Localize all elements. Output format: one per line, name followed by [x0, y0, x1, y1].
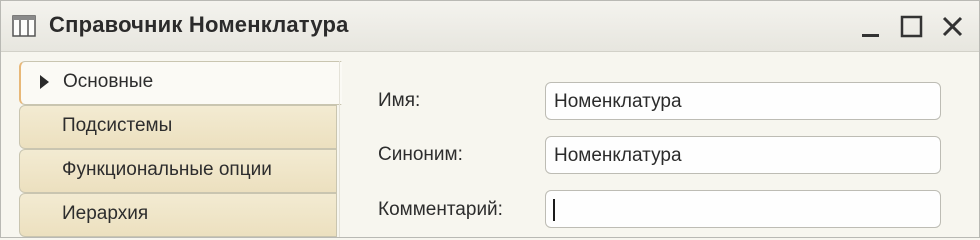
window-title: Справочник Номенклатура: [49, 12, 349, 37]
tab-label: Функциональные опции: [62, 159, 272, 180]
tab-functional-options[interactable]: Функциональные опции: [19, 149, 337, 193]
minimize-icon: [862, 34, 879, 37]
table-icon: [12, 15, 36, 37]
close-button[interactable]: [938, 12, 968, 42]
window: Справочник Номенклатура Основные Подсист…: [0, 0, 980, 238]
name-label: Имя:: [378, 90, 421, 111]
tab-label: Подсистемы: [62, 115, 173, 136]
maximize-icon: [900, 15, 923, 38]
title-bar[interactable]: Справочник Номенклатура: [1, 1, 979, 52]
tab-hierarchy[interactable]: Иерархия: [19, 193, 337, 237]
tab-subsystems[interactable]: Подсистемы: [19, 105, 337, 149]
synonym-field-value: Номенклатура: [554, 145, 682, 166]
section-tabs: Основные Подсистемы Функциональные опции…: [19, 61, 342, 237]
tab-label: Основные: [63, 71, 154, 92]
tab-main[interactable]: Основные: [19, 61, 342, 105]
maximize-button[interactable]: [897, 12, 927, 42]
minimize-button[interactable]: [856, 12, 886, 42]
panel-divider: [339, 61, 340, 237]
comment-label: Комментарий:: [378, 199, 503, 220]
synonym-field[interactable]: Номенклатура: [545, 136, 941, 174]
name-field-value: Номенклатура: [554, 91, 682, 112]
close-icon: [942, 16, 963, 37]
tab-label: Иерархия: [62, 203, 149, 224]
synonym-label: Синоним:: [378, 144, 463, 165]
text-cursor: [553, 199, 555, 221]
triangle-right-icon: [40, 75, 49, 89]
name-field[interactable]: Номенклатура: [545, 82, 941, 120]
comment-field[interactable]: [545, 190, 941, 228]
